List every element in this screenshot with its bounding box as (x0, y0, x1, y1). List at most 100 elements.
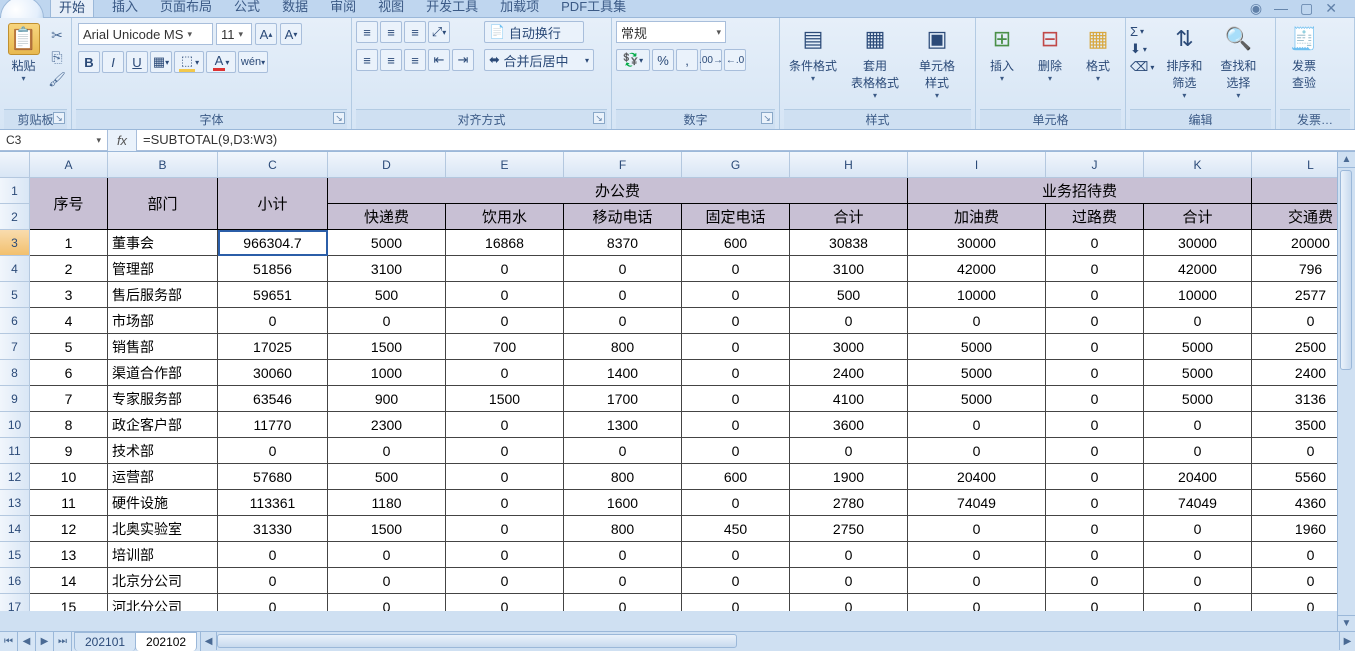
cell-A17[interactable]: 15 (30, 594, 108, 611)
v-scroll-thumb[interactable] (1340, 170, 1352, 370)
cell-I12[interactable]: 20400 (908, 464, 1046, 490)
cell-J11[interactable]: 0 (1046, 438, 1144, 464)
cell-H9[interactable]: 4100 (790, 386, 908, 412)
cell-E14[interactable]: 0 (446, 516, 564, 542)
cell-H6[interactable]: 0 (790, 308, 908, 334)
cell-H8[interactable]: 2400 (790, 360, 908, 386)
phonetic-button[interactable]: wén▾ (238, 51, 268, 73)
row-header-12[interactable]: 12 (0, 464, 30, 490)
cell-J17[interactable]: 0 (1046, 594, 1144, 611)
cell-A16[interactable]: 14 (30, 568, 108, 594)
cell-D5[interactable]: 500 (328, 282, 446, 308)
cell-C17[interactable]: 0 (218, 594, 328, 611)
col-header-E[interactable]: E (446, 152, 564, 178)
cell-H10[interactable]: 3600 (790, 412, 908, 438)
sheet-nav-last[interactable]: ⏭ (54, 632, 72, 651)
conditional-format-button[interactable]: ▤条件格式▾ (784, 21, 842, 85)
cell-H3[interactable]: 30838 (790, 230, 908, 256)
row-header-1[interactable]: 1 (0, 178, 30, 204)
cell-I16[interactable]: 0 (908, 568, 1046, 594)
align-center-button[interactable]: ≡ (380, 49, 402, 71)
cell-A14[interactable]: 12 (30, 516, 108, 542)
cell-J16[interactable]: 0 (1046, 568, 1144, 594)
cell-C16[interactable]: 0 (218, 568, 328, 594)
cell-styles-button[interactable]: ▣单元格 样式▾ (908, 21, 966, 102)
cell-F4[interactable]: 0 (564, 256, 682, 282)
cell-D3[interactable]: 5000 (328, 230, 446, 256)
cell-H16[interactable]: 0 (790, 568, 908, 594)
row-header-2[interactable]: 2 (0, 204, 30, 230)
cell-J12[interactable]: 0 (1046, 464, 1144, 490)
shrink-font-button[interactable]: A▾ (280, 23, 302, 45)
decrease-decimal-button[interactable]: ←.0 (724, 49, 746, 71)
cell-G6[interactable]: 0 (682, 308, 790, 334)
cell-J3[interactable]: 0 (1046, 230, 1144, 256)
cell-E11[interactable]: 0 (446, 438, 564, 464)
underline-button[interactable]: U (126, 51, 148, 73)
cell-B12[interactable]: 运营部 (108, 464, 218, 490)
cell-B7[interactable]: 销售部 (108, 334, 218, 360)
cell-E6[interactable]: 0 (446, 308, 564, 334)
header-dept[interactable]: 部门 (108, 178, 218, 230)
row-header-8[interactable]: 8 (0, 360, 30, 386)
cell-I15[interactable]: 0 (908, 542, 1046, 568)
indent-increase-button[interactable]: ⇥ (452, 49, 474, 71)
cell-A11[interactable]: 9 (30, 438, 108, 464)
cell-K12[interactable]: 20400 (1144, 464, 1252, 490)
indent-decrease-button[interactable]: ⇤ (428, 49, 450, 71)
cell-J5[interactable]: 0 (1046, 282, 1144, 308)
col-header-B[interactable]: B (108, 152, 218, 178)
cell-J4[interactable]: 0 (1046, 256, 1144, 282)
cell-E13[interactable]: 0 (446, 490, 564, 516)
row-header-4[interactable]: 4 (0, 256, 30, 282)
cell-G12[interactable]: 600 (682, 464, 790, 490)
cell-E4[interactable]: 0 (446, 256, 564, 282)
row-header-17[interactable]: 17 (0, 594, 30, 611)
restore-icon[interactable]: ▢ (1300, 0, 1313, 17)
scroll-down-button[interactable]: ▼ (1338, 615, 1355, 631)
cell-G11[interactable]: 0 (682, 438, 790, 464)
col-header-C[interactable]: C (218, 152, 328, 178)
paste-button[interactable]: 📋 粘贴 ▾ (4, 21, 43, 85)
cell-A15[interactable]: 13 (30, 542, 108, 568)
currency-button[interactable]: 💱▾ (616, 49, 650, 71)
tab-view[interactable]: 视图 (374, 0, 408, 17)
cell-F3[interactable]: 8370 (564, 230, 682, 256)
cell-G15[interactable]: 0 (682, 542, 790, 568)
cell-C13[interactable]: 113361 (218, 490, 328, 516)
cell-D7[interactable]: 1500 (328, 334, 446, 360)
cell-E3[interactable]: 16868 (446, 230, 564, 256)
cell-D14[interactable]: 1500 (328, 516, 446, 542)
header-F[interactable]: 移动电话 (564, 204, 682, 230)
grow-font-button[interactable]: A▴ (255, 23, 277, 45)
cell-C7[interactable]: 17025 (218, 334, 328, 360)
copy-button[interactable]: ⎘ (47, 47, 67, 67)
cell-G5[interactable]: 0 (682, 282, 790, 308)
tab-home[interactable]: 开始 (50, 0, 94, 17)
cell-C5[interactable]: 59651 (218, 282, 328, 308)
header-E[interactable]: 饮用水 (446, 204, 564, 230)
cell-I4[interactable]: 42000 (908, 256, 1046, 282)
format-as-table-button[interactable]: ▦套用 表格格式▾ (846, 21, 904, 102)
cell-D16[interactable]: 0 (328, 568, 446, 594)
cell-G10[interactable]: 0 (682, 412, 790, 438)
cell-G8[interactable]: 0 (682, 360, 790, 386)
cell-K10[interactable]: 0 (1144, 412, 1252, 438)
cell-G3[interactable]: 600 (682, 230, 790, 256)
vertical-scrollbar[interactable]: ▲ ▼ (1337, 152, 1355, 631)
col-header-J[interactable]: J (1046, 152, 1144, 178)
cell-B8[interactable]: 渠道合作部 (108, 360, 218, 386)
cell-D13[interactable]: 1180 (328, 490, 446, 516)
cell-J9[interactable]: 0 (1046, 386, 1144, 412)
row-header-14[interactable]: 14 (0, 516, 30, 542)
cell-H14[interactable]: 2750 (790, 516, 908, 542)
cell-K5[interactable]: 10000 (1144, 282, 1252, 308)
cell-E12[interactable]: 0 (446, 464, 564, 490)
sheet-tab-202102[interactable]: 202102 (135, 632, 197, 651)
invoice-button[interactable]: 🧾发票 查验 (1280, 21, 1328, 93)
sort-filter-button[interactable]: ⇅排序和 筛选▾ (1160, 21, 1208, 102)
tab-data[interactable]: 数据 (278, 0, 312, 17)
align-top-button[interactable]: ≡ (356, 21, 378, 43)
col-header-H[interactable]: H (790, 152, 908, 178)
name-box[interactable]: C3▾ (0, 130, 108, 151)
